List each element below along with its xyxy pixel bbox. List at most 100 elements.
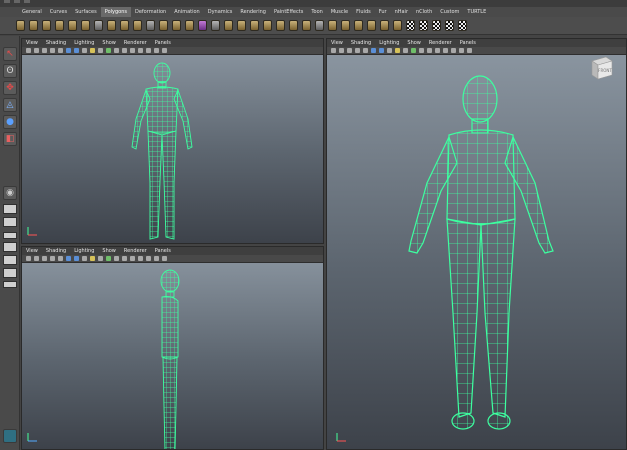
texture-icon[interactable] xyxy=(82,256,87,261)
safe-title-icon[interactable] xyxy=(459,48,464,53)
resolution-gate-icon[interactable] xyxy=(427,48,432,53)
panel-menu-shading[interactable]: Shading xyxy=(46,39,66,47)
viewport-top-left[interactable]: View Shading Lighting Show Renderer Pane… xyxy=(21,38,324,244)
combine-icon[interactable] xyxy=(94,20,103,31)
triangulate-icon[interactable] xyxy=(302,20,311,31)
status-icon[interactable] xyxy=(3,429,17,443)
shelf-tab-dynamics[interactable]: Dynamics xyxy=(204,7,237,17)
panel-menu-lighting[interactable]: Lighting xyxy=(74,247,94,255)
image-plane-icon[interactable] xyxy=(50,48,55,53)
smooth-shade-icon[interactable] xyxy=(74,256,79,261)
panel-menu-panels[interactable]: Panels xyxy=(155,247,171,255)
view-cube[interactable]: FRONT xyxy=(586,53,616,83)
extract-icon[interactable] xyxy=(120,20,129,31)
wireframe-icon[interactable] xyxy=(371,48,376,53)
rotate-tool-icon[interactable]: ◬ xyxy=(3,98,17,112)
bridge-icon[interactable] xyxy=(185,20,194,31)
shelf-tab-deformation[interactable]: Deformation xyxy=(131,7,170,17)
split-polygon-icon[interactable] xyxy=(211,20,220,31)
viewport-bottom-left[interactable]: View Shading Lighting Show Renderer Pane… xyxy=(21,246,324,450)
checker-icon[interactable] xyxy=(432,20,441,31)
bookmark-icon[interactable] xyxy=(42,48,47,53)
hud-icon[interactable] xyxy=(467,48,472,53)
gate-mask-icon[interactable] xyxy=(130,256,135,261)
show-manipulator-icon[interactable]: ◧ xyxy=(3,132,17,146)
move-tool-icon[interactable]: ✥ xyxy=(3,81,17,95)
cylindrical-map-icon[interactable] xyxy=(367,20,376,31)
grid-icon[interactable] xyxy=(363,48,368,53)
lights-icon[interactable] xyxy=(90,48,95,53)
camera-icon[interactable] xyxy=(26,256,31,261)
panel-menu-renderer[interactable]: Renderer xyxy=(124,247,147,255)
safe-action-icon[interactable] xyxy=(146,48,151,53)
poly-cube-icon[interactable] xyxy=(29,20,38,31)
poly-cone-icon[interactable] xyxy=(55,20,64,31)
panel-menu-shading[interactable]: Shading xyxy=(351,39,371,47)
single-perspective-layout-icon[interactable]: ◉ xyxy=(3,186,17,200)
graph-layout-icon[interactable] xyxy=(3,242,17,252)
character-mesh-front[interactable] xyxy=(112,61,212,244)
append-polygon-icon[interactable] xyxy=(198,20,207,31)
offset-edge-loop-icon[interactable] xyxy=(237,20,246,31)
shelf-tab-nhair[interactable]: nHair xyxy=(391,7,412,17)
checker-icon[interactable] xyxy=(445,20,454,31)
poly-torus-icon[interactable] xyxy=(81,20,90,31)
shadows-icon[interactable] xyxy=(403,48,408,53)
boolean-icon[interactable] xyxy=(146,20,155,31)
isolate-icon[interactable] xyxy=(114,256,119,261)
safe-action-icon[interactable] xyxy=(146,256,151,261)
safe-title-icon[interactable] xyxy=(154,48,159,53)
image-plane-icon[interactable] xyxy=(50,256,55,261)
bevel-icon[interactable] xyxy=(250,20,259,31)
panel-menu-renderer[interactable]: Renderer xyxy=(429,39,452,47)
panel-menu-show[interactable]: Show xyxy=(102,39,116,47)
shelf-tab-painteffects[interactable]: PaintEffects xyxy=(270,7,307,17)
shelf-tab-custom[interactable]: Custom xyxy=(436,7,463,17)
uv-editor-icon[interactable] xyxy=(341,20,350,31)
character-mesh-side[interactable] xyxy=(150,267,190,450)
camera-attr-icon[interactable] xyxy=(34,48,39,53)
texture-icon[interactable] xyxy=(82,48,87,53)
shelf-tab-fluids[interactable]: Fluids xyxy=(352,7,375,17)
lights-icon[interactable] xyxy=(395,48,400,53)
poly-plane-icon[interactable] xyxy=(68,20,77,31)
panel-menu-renderer[interactable]: Renderer xyxy=(124,39,147,47)
camera-icon[interactable] xyxy=(331,48,336,53)
scale-tool-icon[interactable]: ● xyxy=(3,115,17,129)
spherical-map-icon[interactable] xyxy=(380,20,389,31)
separate-icon[interactable] xyxy=(107,20,116,31)
shelf-tab-surfaces[interactable]: Surfaces xyxy=(71,7,101,17)
isolate-icon[interactable] xyxy=(114,48,119,53)
panel-menu-lighting[interactable]: Lighting xyxy=(379,39,399,47)
two-view-layout-icon[interactable] xyxy=(3,217,17,227)
texture-icon[interactable] xyxy=(387,48,392,53)
automatic-map-icon[interactable] xyxy=(393,20,402,31)
gate-mask-icon[interactable] xyxy=(435,48,440,53)
outliner-layout-icon[interactable] xyxy=(3,232,17,239)
safe-action-icon[interactable] xyxy=(451,48,456,53)
panel-menu-view[interactable]: View xyxy=(331,39,343,47)
panel-menu-show[interactable]: Show xyxy=(407,39,421,47)
reduce-icon[interactable] xyxy=(289,20,298,31)
resolution-gate-icon[interactable] xyxy=(122,48,127,53)
sculpt-icon[interactable] xyxy=(328,20,337,31)
isolate-icon[interactable] xyxy=(419,48,424,53)
camera-icon[interactable] xyxy=(26,48,31,53)
mirror-icon[interactable] xyxy=(159,20,168,31)
camera-attr-icon[interactable] xyxy=(34,256,39,261)
four-view-layout-icon[interactable] xyxy=(3,204,17,214)
poly-sphere-icon[interactable] xyxy=(16,20,25,31)
lights-icon[interactable] xyxy=(90,256,95,261)
shelf-tab-turtle[interactable]: TURTLE xyxy=(463,7,490,17)
insert-edge-loop-icon[interactable] xyxy=(224,20,233,31)
grid-icon[interactable] xyxy=(58,256,63,261)
checker-icon[interactable] xyxy=(458,20,467,31)
smooth-icon[interactable] xyxy=(133,20,142,31)
panel-menu-view[interactable]: View xyxy=(26,247,38,255)
lasso-tool-icon[interactable]: ʘ xyxy=(3,64,17,78)
character-mesh-perspective[interactable] xyxy=(397,73,567,445)
bookmark-icon[interactable] xyxy=(42,256,47,261)
smooth-shade-icon[interactable] xyxy=(74,48,79,53)
shelf-tab-curves[interactable]: Curves xyxy=(46,7,71,17)
checker-icon[interactable] xyxy=(406,20,415,31)
